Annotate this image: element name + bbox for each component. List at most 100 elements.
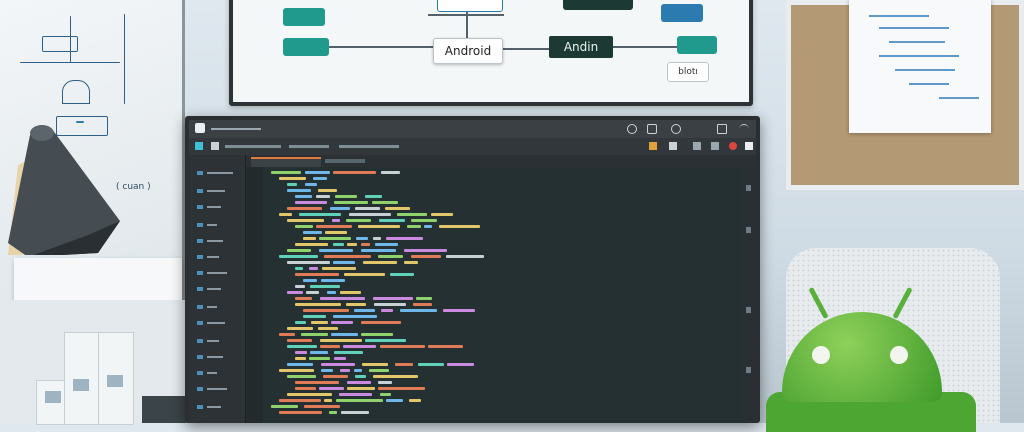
code-token	[332, 219, 340, 222]
code-token	[347, 243, 357, 246]
code-token	[372, 201, 398, 204]
project-icon[interactable]	[195, 142, 203, 150]
code-token	[324, 255, 371, 258]
diagram-connector	[501, 48, 549, 50]
menu-text	[211, 128, 261, 130]
sync-icon[interactable]	[669, 142, 677, 150]
code-token	[381, 309, 393, 312]
code-token	[287, 207, 322, 210]
breadcrumb[interactable]	[289, 145, 329, 148]
code-token	[287, 249, 311, 252]
code-token	[321, 363, 355, 366]
diagram-node	[661, 4, 703, 22]
code-token	[306, 291, 319, 294]
code-token	[358, 225, 400, 228]
breadcrumb[interactable]	[225, 145, 281, 148]
code-token	[279, 255, 318, 258]
code-token	[323, 375, 348, 378]
code-token	[356, 237, 368, 240]
code-token	[287, 345, 317, 348]
tab[interactable]	[325, 159, 365, 163]
code-token	[299, 213, 341, 216]
code-token	[431, 213, 453, 216]
code-token	[379, 219, 405, 222]
search-icon[interactable]	[745, 142, 753, 150]
code-token	[287, 339, 312, 342]
code-token	[333, 315, 377, 318]
code-token	[287, 183, 297, 186]
code-token	[346, 303, 366, 306]
code-token	[309, 267, 318, 270]
code-token	[320, 345, 340, 348]
code-token	[378, 255, 403, 258]
code-token	[349, 213, 391, 216]
stop-icon[interactable]	[729, 142, 737, 150]
code-token	[380, 345, 425, 348]
code-token	[303, 237, 316, 240]
code-token	[287, 327, 313, 330]
code-token	[287, 219, 324, 222]
settings-icon[interactable]	[627, 124, 637, 134]
sketch-line	[20, 62, 120, 63]
ide-window	[189, 120, 756, 423]
monitor	[185, 116, 760, 423]
refresh-icon[interactable]	[647, 124, 657, 134]
code-token	[397, 213, 427, 216]
code-token	[318, 189, 337, 192]
editor-scrollbar[interactable]	[742, 167, 756, 423]
code-token	[333, 243, 344, 246]
code-token	[378, 381, 392, 384]
code-token	[303, 309, 349, 312]
code-token	[303, 231, 322, 234]
code-token	[295, 225, 313, 228]
diagram-connector	[328, 46, 433, 48]
code-token	[354, 369, 362, 372]
code-token	[324, 399, 332, 402]
code-token	[271, 405, 298, 408]
debug-icon[interactable]	[671, 124, 681, 134]
folder-icon[interactable]	[211, 142, 219, 150]
code-token	[361, 321, 401, 324]
code-token	[346, 219, 371, 222]
code-token	[295, 285, 305, 288]
code-token	[322, 267, 356, 270]
code-token	[443, 309, 475, 312]
ide-menubar	[189, 120, 756, 138]
minimize-icon[interactable]	[739, 124, 749, 134]
device-icon[interactable]	[717, 124, 727, 134]
code-token	[336, 399, 383, 402]
code-token	[295, 297, 312, 300]
code-token	[361, 249, 396, 252]
code-token	[295, 351, 307, 354]
code-token	[428, 345, 463, 348]
code-token	[287, 363, 313, 366]
code-token	[416, 297, 432, 300]
code-token	[329, 411, 337, 414]
breadcrumb[interactable]	[339, 145, 399, 148]
code-token	[303, 279, 317, 282]
binder	[64, 332, 100, 425]
code-token	[365, 195, 382, 198]
code-token	[279, 177, 306, 180]
code-token	[355, 375, 366, 378]
binder	[98, 332, 134, 425]
code-token	[447, 363, 474, 366]
code-token	[373, 237, 381, 240]
diagram-node	[563, 0, 633, 10]
code-token	[344, 273, 385, 276]
diagram-node	[283, 8, 325, 26]
robot-eye	[812, 346, 830, 364]
code-editor[interactable]	[247, 167, 742, 423]
pinned-paper	[849, 0, 991, 133]
avd-icon[interactable]	[693, 142, 701, 150]
app-logo-icon	[195, 123, 205, 133]
code-token	[411, 255, 441, 258]
code-token	[363, 261, 397, 264]
code-token	[347, 381, 371, 384]
sdk-icon[interactable]	[711, 142, 719, 150]
bloti-label: blotı	[667, 62, 709, 82]
tab-active[interactable]	[251, 157, 321, 167]
editor-tabs	[245, 155, 756, 167]
project-tree[interactable]	[189, 155, 246, 423]
build-icon[interactable]	[649, 142, 657, 150]
